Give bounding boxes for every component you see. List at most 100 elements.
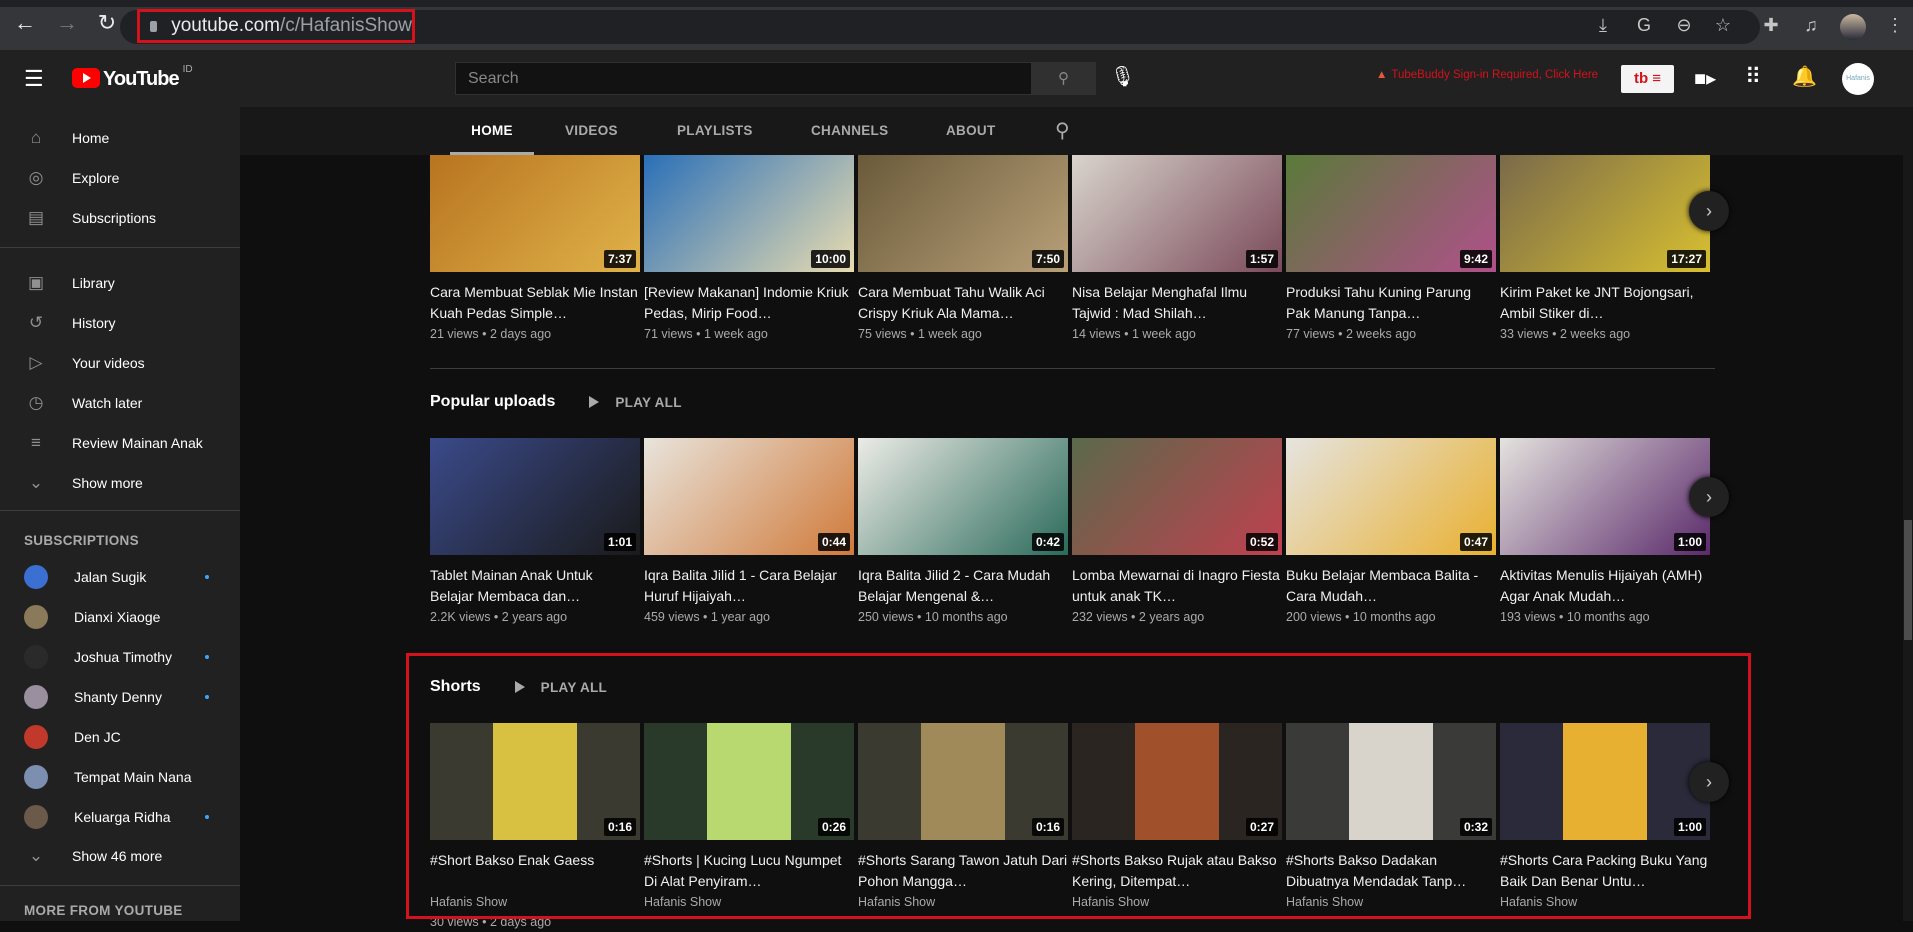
hamburger-icon[interactable]: ☰ bbox=[24, 66, 44, 92]
shelf-next-button[interactable]: › bbox=[1689, 477, 1729, 517]
video-meta: 232 views • 2 years ago bbox=[1072, 610, 1205, 624]
sidebar-item-watch-later[interactable]: ◷ Watch later bbox=[0, 383, 240, 423]
sidebar-item-history[interactable]: ↺ History bbox=[0, 303, 240, 343]
tubebuddy-notice[interactable]: ▲ TubeBuddy Sign-in Required, Click Here bbox=[1376, 69, 1598, 81]
video-thumbnail[interactable]: 17:27 bbox=[1500, 155, 1710, 272]
video-thumbnail[interactable]: 9:42 bbox=[1286, 155, 1496, 272]
video-card[interactable]: 1:57 Nisa Belajar Menghafal Ilmu Tajwid :… bbox=[1072, 155, 1282, 344]
star-icon[interactable]: ☆ bbox=[1710, 12, 1736, 38]
subscription-label: Jalan Sugik bbox=[74, 569, 147, 585]
video-card[interactable]: 0:44 Iqra Balita Jilid 1 - Cara Belajar H… bbox=[644, 438, 854, 627]
subscription-item[interactable]: Dianxi Xiaoge bbox=[0, 597, 240, 637]
microphone-icon[interactable]: 🎙 bbox=[1110, 64, 1135, 89]
profile-avatar[interactable] bbox=[1840, 14, 1866, 40]
subscription-item[interactable]: Tempat Main Nana bbox=[0, 757, 240, 797]
video-title[interactable]: Lomba Mewarnai di Inagro Fiesta untuk an… bbox=[1072, 565, 1282, 607]
translate-icon[interactable]: G bbox=[1631, 12, 1657, 38]
video-card[interactable]: 7:37 Cara Membuat Seblak Mie Instan Kuah … bbox=[430, 155, 640, 344]
video-card[interactable]: 17:27 Kirim Paket ke JNT Bojongsari, Ambi… bbox=[1500, 155, 1710, 344]
play-all-button[interactable]: PLAY ALL bbox=[589, 395, 681, 410]
url-bar[interactable]: youtube.com/c/HafanisShow bbox=[137, 9, 415, 43]
sidebar-show-more-subscriptions[interactable]: ⌄ Show 46 more bbox=[0, 836, 240, 876]
search-input[interactable]: Search bbox=[455, 62, 1032, 95]
subscription-item[interactable]: Joshua Timothy bbox=[0, 637, 240, 677]
notifications-bell-icon[interactable]: 🔔 bbox=[1792, 64, 1817, 89]
video-title[interactable]: Buku Belajar Membaca Balita - Cara Mudah… bbox=[1286, 565, 1496, 607]
forward-icon[interactable]: → bbox=[52, 8, 82, 38]
video-thumbnail[interactable]: 7:37 bbox=[430, 155, 640, 272]
shelf-next-button[interactable]: › bbox=[1689, 191, 1729, 231]
scrollbar[interactable] bbox=[1903, 107, 1913, 921]
reload-icon[interactable]: ↻ bbox=[92, 8, 122, 38]
video-title[interactable]: Cara Membuat Tahu Walik Aci Crispy Kriuk… bbox=[858, 282, 1068, 324]
video-thumbnail[interactable]: 0:44 bbox=[644, 438, 854, 555]
install-icon[interactable]: ⤓ bbox=[1590, 12, 1616, 38]
video-title[interactable]: Iqra Balita Jilid 2 - Cara Mudah Belajar… bbox=[858, 565, 1068, 607]
search-icon: ⚲ bbox=[1058, 70, 1069, 87]
sidebar-item-explore[interactable]: ◎ Explore bbox=[0, 158, 240, 198]
menu-icon[interactable]: ⋮ bbox=[1882, 12, 1908, 38]
video-thumbnail[interactable]: 1:57 bbox=[1072, 155, 1282, 272]
tab-videos[interactable]: VIDEOS bbox=[565, 107, 618, 155]
sidebar-item-show-more-label: Show more bbox=[72, 475, 143, 491]
sidebar-item-home[interactable]: ⌂ Home bbox=[0, 118, 240, 158]
video-thumbnail[interactable]: 7:50 bbox=[858, 155, 1068, 272]
video-card[interactable]: 0:42 Iqra Balita Jilid 2 - Cara Mudah Bel… bbox=[858, 438, 1068, 627]
video-title[interactable]: Tablet Mainan Anak Untuk Belajar Membaca… bbox=[430, 565, 640, 607]
subscription-item[interactable]: Shanty Denny bbox=[0, 677, 240, 717]
video-title[interactable]: Nisa Belajar Menghafal Ilmu Tajwid : Mad… bbox=[1072, 282, 1282, 324]
apps-icon[interactable]: ⠿ bbox=[1745, 64, 1761, 90]
sidebar-item-history-label: History bbox=[72, 315, 116, 331]
back-icon[interactable]: ← bbox=[10, 8, 40, 38]
media-icon[interactable]: ♫ bbox=[1798, 12, 1824, 38]
video-thumbnail[interactable]: 1:00 bbox=[1500, 438, 1710, 555]
video-title[interactable]: [Review Makanan] Indomie Kriuk Pedas, Mi… bbox=[644, 282, 854, 324]
video-meta: 75 views • 1 week ago bbox=[858, 327, 982, 341]
video-duration: 17:27 bbox=[1667, 250, 1706, 268]
sidebar-item-show-more[interactable]: ⌄ Show more bbox=[0, 463, 240, 503]
video-duration: 1:01 bbox=[603, 533, 636, 551]
tab-channels[interactable]: CHANNELS bbox=[811, 107, 888, 155]
subscription-item[interactable]: Den JC bbox=[0, 717, 240, 757]
zoom-out-icon[interactable]: ⊖ bbox=[1671, 12, 1697, 38]
video-card[interactable]: 10:00 [Review Makanan] Indomie Kriuk Peda… bbox=[644, 155, 854, 344]
video-thumbnail[interactable]: 0:47 bbox=[1286, 438, 1496, 555]
shelf-title[interactable]: Popular uploads bbox=[430, 393, 555, 411]
video-thumbnail[interactable]: 0:42 bbox=[858, 438, 1068, 555]
sidebar-item-your-videos[interactable]: ▷ Your videos bbox=[0, 343, 240, 383]
video-card[interactable]: 7:50 Cara Membuat Tahu Walik Aci Crispy K… bbox=[858, 155, 1068, 344]
scrollbar-thumb[interactable] bbox=[1904, 520, 1912, 640]
video-thumbnail[interactable]: 1:01 bbox=[430, 438, 640, 555]
video-card[interactable]: 1:00 Aktivitas Menulis Hijaiyah (AMH) Aga… bbox=[1500, 438, 1710, 627]
channel-avatar[interactable]: Hafanis bbox=[1842, 63, 1874, 95]
subscription-item[interactable]: Keluarga Ridha bbox=[0, 797, 240, 837]
tab-home[interactable]: HOME bbox=[450, 107, 534, 155]
sidebar-item-review-mainan-anak[interactable]: ≡ Review Mainan Anak bbox=[0, 423, 240, 463]
tubebuddy-button[interactable]: tb ≡ bbox=[1621, 65, 1674, 93]
video-card[interactable]: 9:42 Produksi Tahu Kuning Parung Pak Manu… bbox=[1286, 155, 1496, 344]
create-video-icon[interactable]: ■▸ bbox=[1694, 66, 1716, 91]
video-duration: 0:42 bbox=[1031, 533, 1064, 551]
youtube-logo[interactable]: YouTube ID bbox=[72, 64, 193, 91]
extensions-icon[interactable]: ✚ bbox=[1758, 12, 1784, 38]
sidebar-item-subscriptions[interactable]: ▤ Subscriptions bbox=[0, 198, 240, 238]
tab-about[interactable]: ABOUT bbox=[946, 107, 996, 155]
video-card[interactable]: 1:01 Tablet Mainan Anak Untuk Belajar Mem… bbox=[430, 438, 640, 627]
video-thumbnail[interactable]: 10:00 bbox=[644, 155, 854, 272]
lock-icon bbox=[150, 20, 158, 32]
channel-search-icon[interactable]: ⚲ bbox=[1055, 118, 1070, 143]
subscription-item[interactable]: Jalan Sugik bbox=[0, 557, 240, 597]
video-card[interactable]: 0:52 Lomba Mewarnai di Inagro Fiesta untu… bbox=[1072, 438, 1282, 627]
tab-playlists[interactable]: PLAYLISTS bbox=[677, 107, 753, 155]
video-title[interactable]: Produksi Tahu Kuning Parung Pak Manung T… bbox=[1286, 282, 1496, 324]
sidebar-item-library[interactable]: ▣ Library bbox=[0, 263, 240, 303]
video-meta: 77 views • 2 weeks ago bbox=[1286, 327, 1417, 341]
video-title[interactable]: Kirim Paket ke JNT Bojongsari, Ambil Sti… bbox=[1500, 282, 1710, 324]
video-title[interactable]: Cara Membuat Seblak Mie Instan Kuah Peda… bbox=[430, 282, 640, 324]
video-title[interactable]: Aktivitas Menulis Hijaiyah (AMH) Agar An… bbox=[1500, 565, 1710, 607]
search-button[interactable]: ⚲ bbox=[1031, 62, 1096, 95]
video-duration: 0:44 bbox=[817, 533, 850, 551]
video-card[interactable]: 0:47 Buku Belajar Membaca Balita - Cara M… bbox=[1286, 438, 1496, 627]
video-thumbnail[interactable]: 0:52 bbox=[1072, 438, 1282, 555]
video-title[interactable]: Iqra Balita Jilid 1 - Cara Belajar Huruf… bbox=[644, 565, 854, 607]
